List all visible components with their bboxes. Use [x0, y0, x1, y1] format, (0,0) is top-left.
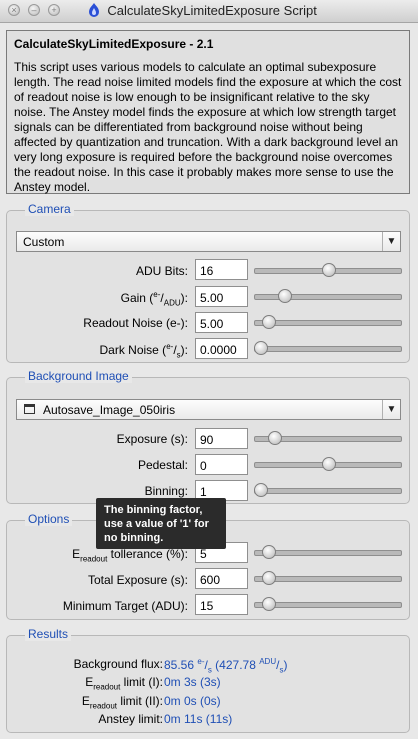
- dark-noise-input[interactable]: [195, 338, 248, 359]
- gain-slider[interactable]: [254, 289, 402, 303]
- minimum-target-input[interactable]: [195, 594, 248, 615]
- camera-group-title: Camera: [25, 202, 74, 216]
- chevron-down-icon: ▼: [382, 400, 400, 419]
- anstey-limit-label: Anstey limit:: [98, 712, 163, 726]
- readout-noise-slider[interactable]: [254, 315, 402, 329]
- zoom-button[interactable]: +: [48, 4, 60, 16]
- gain-label: Gain (e-/ADU):: [120, 290, 188, 308]
- chevron-down-icon: ▼: [382, 232, 400, 251]
- binning-slider[interactable]: [254, 483, 402, 497]
- close-button[interactable]: ×: [8, 4, 20, 16]
- description-text: This script uses various models to calcu…: [14, 60, 402, 194]
- background-group-title: Background Image: [25, 369, 132, 383]
- binning-label: Binning:: [144, 484, 188, 498]
- slider-knob[interactable]: [262, 315, 277, 329]
- anstey-limit-value: 0m 11s (11s): [164, 712, 233, 726]
- readout-limit-2-label: Ereadout limit (II):: [81, 694, 163, 711]
- pedestal-input[interactable]: [195, 454, 248, 475]
- minimum-target-label: Minimum Target (ADU):: [62, 599, 188, 613]
- pedestal-label: Pedestal:: [137, 458, 188, 472]
- slider-knob[interactable]: [267, 431, 282, 445]
- minimize-button[interactable]: –: [28, 4, 40, 16]
- title-bar: × – + CalculateSkyLimitedExposure Script: [0, 0, 418, 23]
- pixinsight-app-icon: [89, 3, 99, 18]
- readout-limit-1-label: Ereadout limit (I):: [85, 675, 163, 692]
- gain-input[interactable]: [195, 286, 248, 307]
- camera-preset-dropdown[interactable]: Custom ▼: [16, 231, 401, 252]
- adu-bits-input[interactable]: [195, 259, 248, 280]
- image-window-icon: [24, 404, 35, 414]
- binning-tooltip: The binning factor, use a value of '1' f…: [96, 498, 226, 549]
- camera-preset-value: Custom: [23, 235, 65, 249]
- background-flux-label: Background flux:: [73, 657, 163, 671]
- exposure-label: Exposure (s):: [116, 432, 188, 446]
- background-flux-value: 85.56 e-/s (427.78 ADU/s): [164, 657, 288, 675]
- slider-knob[interactable]: [262, 545, 277, 559]
- background-image-dropdown[interactable]: Autosave_Image_050iris ▼: [16, 399, 401, 420]
- readout-noise-label: Readout Noise (e-):: [83, 316, 188, 330]
- pedestal-slider[interactable]: [254, 457, 402, 471]
- dark-noise-label: Dark Noise (e-/s):: [99, 342, 189, 360]
- description-title: CalculateSkyLimitedExposure - 2.1: [14, 37, 214, 51]
- slider-knob[interactable]: [322, 263, 336, 277]
- tolerance-label: Ereadout tollerance (%):: [72, 547, 188, 564]
- readout-noise-input[interactable]: [195, 312, 248, 333]
- slider-knob[interactable]: [278, 289, 293, 303]
- background-image-value: Autosave_Image_050iris: [43, 403, 176, 417]
- total-exposure-input[interactable]: [195, 568, 248, 589]
- window-title: CalculateSkyLimitedExposure Script: [107, 3, 317, 19]
- slider-knob[interactable]: [254, 341, 268, 355]
- exposure-slider[interactable]: [254, 431, 402, 445]
- slider-knob[interactable]: [322, 457, 336, 471]
- slider-knob[interactable]: [262, 571, 277, 585]
- dark-noise-slider[interactable]: [254, 341, 402, 355]
- exposure-input[interactable]: [195, 428, 248, 449]
- total-exposure-slider[interactable]: [254, 571, 402, 585]
- minimum-target-slider[interactable]: [254, 597, 402, 611]
- description-box: CalculateSkyLimitedExposure - 2.1 This s…: [6, 30, 410, 194]
- adu-bits-label: ADU Bits:: [135, 264, 188, 278]
- readout-limit-1-value: 0m 3s (3s): [164, 675, 221, 689]
- slider-knob[interactable]: [254, 483, 268, 497]
- adu-bits-slider[interactable]: [254, 263, 402, 277]
- results-group-title: Results: [25, 627, 72, 641]
- slider-knob[interactable]: [262, 597, 277, 611]
- tolerance-slider[interactable]: [254, 545, 402, 559]
- total-exposure-label: Total Exposure (s):: [87, 573, 188, 587]
- readout-limit-2-value: 0m 0s (0s): [164, 694, 221, 708]
- options-group-title: Options: [25, 512, 73, 526]
